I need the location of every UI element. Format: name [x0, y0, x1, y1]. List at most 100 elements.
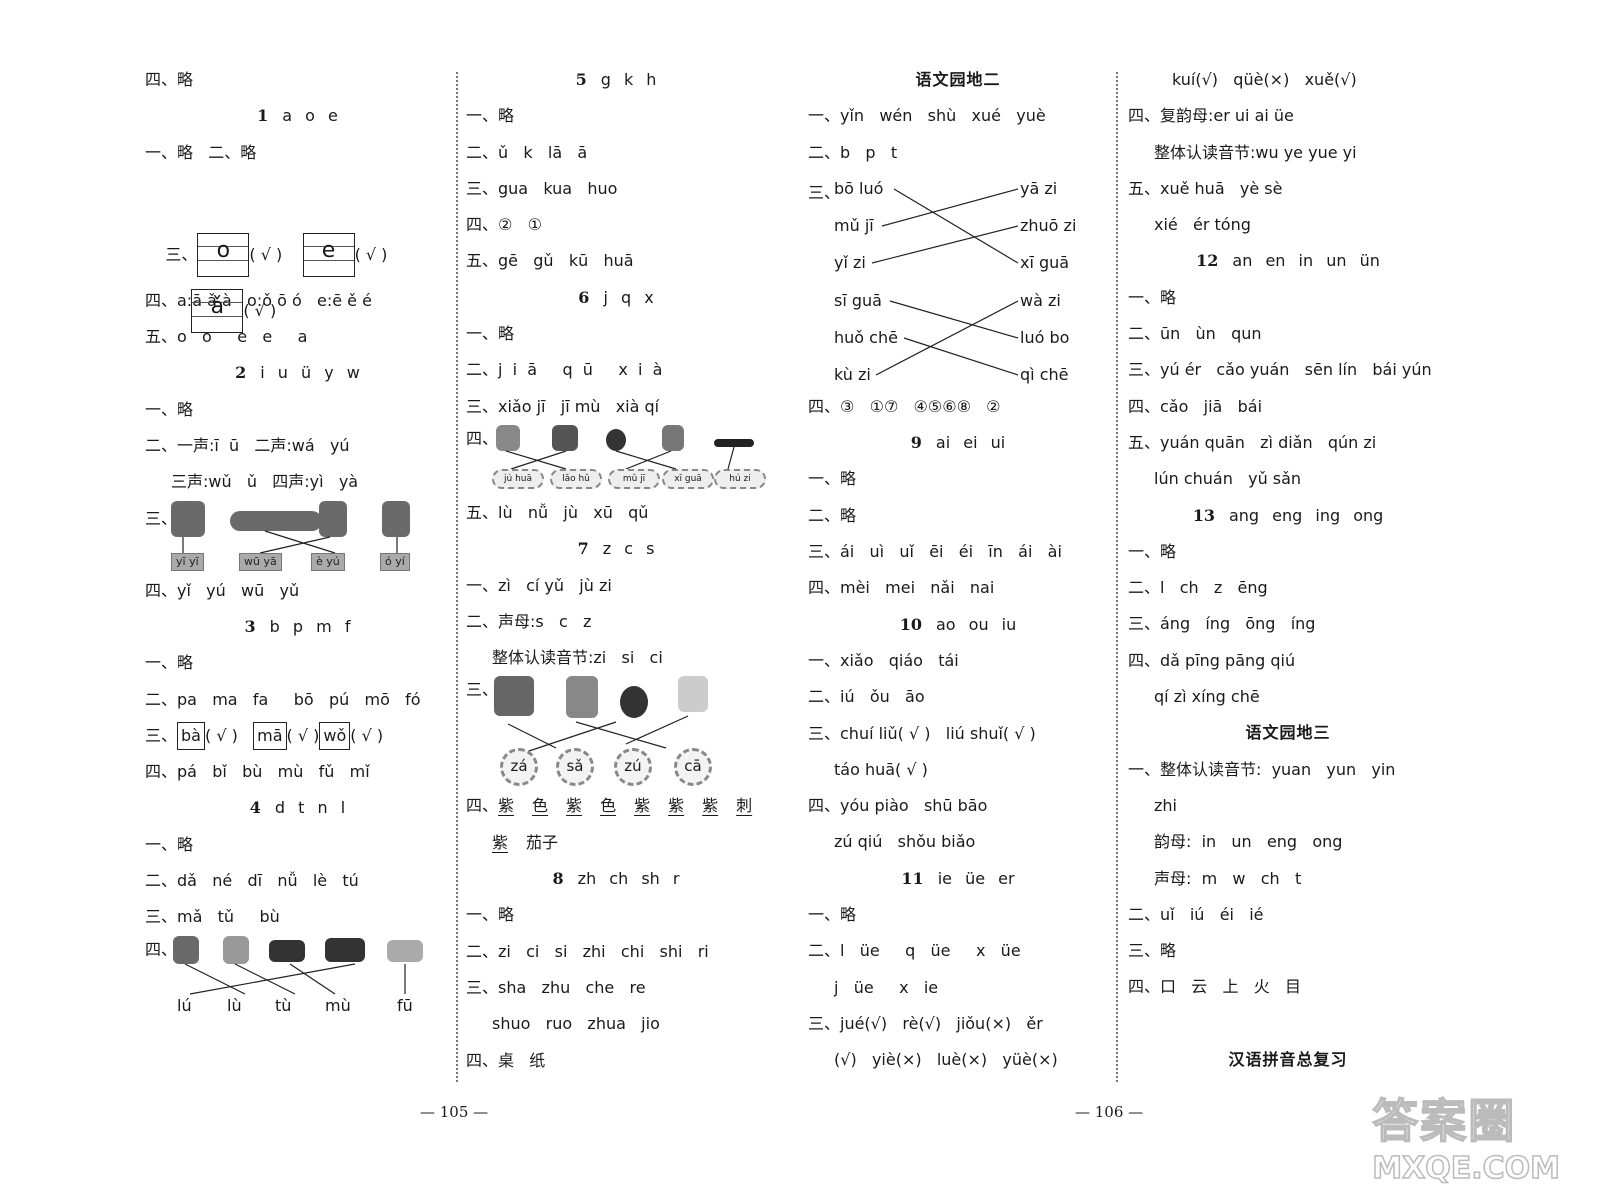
- lesson-heading: 9 ai ei ui: [910, 433, 1006, 453]
- answer-line: 整体认读音节:wu ye yue yi: [1154, 142, 1357, 162]
- answer-line: 二、uǐ iú éi ié: [1128, 904, 1264, 924]
- pinyin-word: lù: [227, 995, 242, 1015]
- answer-line: 二、ūn ùn qun: [1128, 324, 1262, 344]
- clothes-picture: [171, 500, 205, 537]
- watermelon-picture: [606, 428, 626, 451]
- answer-line: (√) yiè(×) luè(×) yüè(×): [834, 1050, 1058, 1070]
- answer-line: 四、口 云 上 火 目: [1128, 977, 1302, 997]
- answer-line: 三、 bà( √ ) mā( √ ) wǒ( √ ): [145, 718, 450, 754]
- pinyin-flower: sǎ: [556, 748, 594, 787]
- answer-line: 四、桌 纸: [466, 1050, 546, 1070]
- answer-line: lún chuán yǔ sǎn: [1154, 469, 1302, 489]
- answer-line: 一、略: [145, 834, 194, 854]
- answer-column-3: 语文园地二 一、yǐn wén shù xué yuè 二、b p t 三、 b…: [808, 62, 1108, 1079]
- pinyin-cloud: lǎo hǔ: [550, 468, 602, 489]
- answer-line: 一、略: [1128, 287, 1177, 307]
- answer-line: 一、略: [145, 653, 194, 673]
- answer-line: j üe x ie: [834, 977, 939, 997]
- column-divider-right: [1116, 72, 1118, 1082]
- answer-line: 一、略: [466, 106, 515, 126]
- answer-line: 二、声母:s c z: [466, 611, 592, 631]
- answer-line: kuí(√) qüè(×) xuě(√): [1172, 70, 1357, 89]
- picture-matching: 三、 zá sǎ zú cā: [466, 676, 766, 788]
- section-title: 语文园地三: [1245, 723, 1331, 743]
- answer-column-1: 四、略 1a o e 一、略 二、略 三、 o( √ ) e( √ ) ǎ( √ …: [145, 62, 450, 1016]
- answer-line: 四、pá bǐ bù mù fǔ mǐ: [145, 762, 370, 782]
- answer-line: 一、整体认读音节: yuan yun yin: [1128, 759, 1396, 779]
- answer-line: xié ér tóng: [1154, 215, 1251, 235]
- answer-line: 四、yóu piào shū bāo: [808, 796, 988, 816]
- watermark: 答案圈 MXQE.COM: [1372, 1093, 1561, 1187]
- answer-line: 四、mèi mei nǎi nai: [808, 578, 995, 598]
- picture-matching: 三、 yī yī wū yā è yú ó yí: [145, 500, 450, 573]
- lesson-heading: 12 an en in un ün: [1196, 251, 1380, 271]
- crocodile-picture: [230, 510, 322, 531]
- answer-line: 一、xiǎo qiáo tái: [808, 650, 959, 670]
- answer-line: 三、jué(√) rè(√) jiǒu(×) ěr: [808, 1013, 1043, 1033]
- answer-line: 二、zi ci si zhi chi shi ri: [466, 941, 709, 961]
- child-planting-picture: [494, 676, 534, 717]
- answer-line: 二、dǎ né dī nǚ lè tú: [145, 871, 359, 891]
- answer-line: 三、略: [1128, 941, 1177, 961]
- pinyin-word: mù: [325, 995, 351, 1015]
- stove-picture: [173, 935, 199, 964]
- child-drawing-picture: [566, 676, 598, 719]
- pinyin-box: bà: [177, 722, 205, 751]
- answer-line: 二、pa ma fa bō pú mō fó: [145, 689, 421, 709]
- answer-line: 一、zì cí yǔ jù zi: [466, 575, 612, 595]
- eagle-picture: [319, 500, 347, 537]
- match-right-word: xī guā: [1020, 252, 1070, 272]
- answer-line: 三、yú ér cǎo yuán sēn lín bái yún: [1128, 360, 1432, 380]
- horse-picture: [325, 937, 365, 962]
- answer-line: 五、xuě huā yè sè: [1128, 178, 1283, 198]
- match-right-word: wà zi: [1020, 290, 1061, 310]
- pinyin-flower: zá: [500, 748, 538, 787]
- lesson-heading: 11 ie üe er: [901, 868, 1015, 888]
- match-left-word: yǐ zi: [834, 252, 866, 272]
- answer-line: 四、yǐ yú wū yǔ: [145, 580, 300, 600]
- pinyin-word: fū: [397, 995, 413, 1015]
- answer-line: 三、gua kua huo: [466, 178, 618, 198]
- answer-line: 四、dǎ pīng pāng qiú: [1128, 650, 1296, 670]
- answer-column-4: kuí(√) qüè(×) xuě(√) 四、复韵母:er ui ai üe 整…: [1128, 62, 1448, 1078]
- answer-line: 二、iú ǒu āo: [808, 687, 925, 707]
- lesson-heading: 3b p m f: [244, 616, 351, 636]
- answer-line: 三、chuí liǔ( √ ) liú shuǐ( √ ): [808, 723, 1036, 743]
- answer-line: zhi: [1154, 795, 1177, 815]
- wood-picture: [269, 939, 305, 962]
- pinyin-cloud: jú huā: [492, 468, 544, 489]
- answer-line: 二、ǔ k lā ā: [466, 142, 588, 162]
- answer-line: shuo ruo zhua jio: [492, 1014, 660, 1034]
- match-right-word: yā zi: [1020, 178, 1058, 198]
- pinyin-cloud: mǔ jī: [608, 468, 660, 489]
- match-left-word: huǒ chē: [834, 327, 898, 347]
- pinyin-cloud: hú zi: [714, 468, 766, 489]
- answer-line: 一、yǐn wén shù xué yuè: [808, 106, 1046, 126]
- answer-line: 三、áng íng ōng íng: [1128, 614, 1316, 634]
- answer-line: 韵母: in un eng ong: [1154, 832, 1343, 852]
- foot-picture: [678, 676, 708, 713]
- pinyin-tag: ó yí: [380, 552, 410, 571]
- answer-line: 三、mǎ tǔ bù: [145, 907, 280, 927]
- answer-line: 二、一声:ī ū 二声:wá yú: [145, 436, 350, 456]
- answer-line: 二、l ch z ēng: [1128, 578, 1268, 598]
- picture-matching: 四、 lú lù tù mù fū: [145, 935, 450, 1016]
- answer-line: 三、sha zhu che re: [466, 977, 646, 997]
- lesson-heading: 8 zh ch sh r: [552, 869, 680, 889]
- answer-line: 一、略: [466, 905, 515, 925]
- hen-picture: [387, 939, 423, 962]
- match-left-word: sī guā: [834, 290, 882, 310]
- answer-line: 一、略: [808, 469, 857, 489]
- girl-picture: [382, 500, 410, 537]
- answer-line: 三声:wǔ ǔ 四声:yì yà: [171, 472, 359, 492]
- match-left-word: mǔ jī: [834, 215, 874, 235]
- lesson-heading: 6j q x: [578, 287, 654, 307]
- match-right-word: zhuō zi: [1020, 215, 1077, 235]
- answer-line: 四、③ ①⑦ ④⑤⑥⑧ ②: [808, 396, 1001, 416]
- picture-matching: 四、 jú huā lǎo hǔ mǔ jī xī guā hú zi: [466, 424, 766, 495]
- page-number-left: — 105 —: [420, 1103, 489, 1121]
- match-left-word: kù zi: [834, 364, 871, 384]
- pinyin-flower: cā: [674, 748, 712, 787]
- pinyin-tag: yī yī: [171, 552, 204, 571]
- match-lines: [871, 188, 1019, 376]
